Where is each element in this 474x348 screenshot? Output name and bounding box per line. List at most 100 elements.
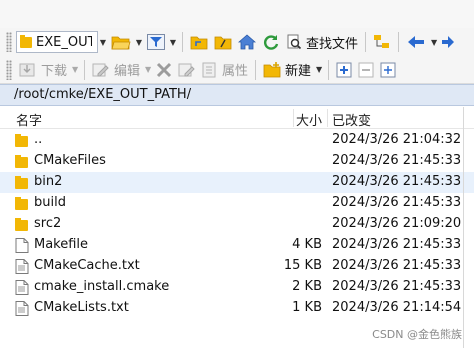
- file-row[interactable]: .. 2024/3/26 21:04:32: [0, 130, 474, 151]
- back-button[interactable]: [403, 31, 429, 53]
- file-name: bin2: [34, 174, 63, 189]
- rename-button[interactable]: [175, 59, 199, 81]
- file-row[interactable]: bin2 2024/3/26 21:45:33: [0, 172, 474, 193]
- toolbar-grip[interactable]: [6, 59, 12, 80]
- current-path-bar[interactable]: /root/cmke/EXE_OUT_PATH/: [0, 84, 474, 106]
- toolbar-grip[interactable]: [6, 32, 12, 52]
- root-folder-icon: [214, 36, 232, 50]
- toolbar-separator: [182, 32, 183, 52]
- select-files-button[interactable]: [333, 59, 355, 81]
- folder-icon: [15, 176, 28, 189]
- column-header-modified[interactable]: 已改变: [332, 110, 371, 129]
- folder-icon: [20, 35, 32, 48]
- properties-icon: [202, 62, 216, 77]
- refresh-icon: [264, 35, 279, 50]
- edit-button[interactable]: 编辑: [89, 59, 143, 81]
- file-modified: 2024/3/26 21:09:20: [332, 216, 462, 231]
- delete-icon: [156, 62, 172, 77]
- file-name: CMakeLists.txt: [34, 300, 129, 315]
- path-combo-dropdown-icon[interactable]: ▼: [98, 38, 108, 47]
- file-modified: 2024/3/26 21:45:33: [332, 237, 462, 252]
- file-name: src2: [34, 216, 62, 231]
- column-header-size[interactable]: 大小: [296, 110, 322, 129]
- navigation-toolbar: EXE_OUT_PATH ▼ ▼ ▼ 查找文件 ▼: [0, 28, 474, 56]
- file-modified: 2024/3/26 21:45:33: [332, 258, 462, 273]
- watermark: CSDN @金色熊族: [372, 328, 462, 341]
- forward-button[interactable]: [439, 31, 457, 53]
- unselect-files-button[interactable]: [355, 59, 377, 81]
- back-arrow-icon: [408, 36, 425, 48]
- file-name: cmake_install.cmake: [34, 279, 170, 294]
- file-modified: 2024/3/26 21:45:33: [332, 195, 462, 210]
- tree-view-button[interactable]: [370, 31, 394, 53]
- column-divider[interactable]: [327, 109, 328, 127]
- file-row[interactable]: src2 2024/3/26 21:09:20: [0, 214, 474, 235]
- refresh-button[interactable]: [259, 31, 283, 53]
- edit-label: 编辑: [114, 64, 141, 79]
- file-size: 4 KB: [292, 237, 322, 252]
- file-row[interactable]: CMakeLists.txt 1 KB 2024/3/26 21:14:54: [0, 298, 474, 319]
- folder-icon: [15, 197, 28, 210]
- new-dropdown-icon[interactable]: ▼: [314, 65, 324, 74]
- new-folder-icon: [263, 61, 281, 77]
- file-row[interactable]: build 2024/3/26 21:45:33: [0, 193, 474, 214]
- text-file-icon: [15, 301, 29, 316]
- toolbar-separator: [84, 59, 86, 80]
- file-row[interactable]: Makefile 4 KB 2024/3/26 21:45:33: [0, 235, 474, 256]
- file-size: 15 KB: [283, 258, 322, 273]
- edit-dropdown-icon[interactable]: ▼: [143, 65, 153, 74]
- file-name: build: [34, 195, 66, 210]
- file-name: ..: [34, 132, 43, 147]
- toolbar-separator: [365, 32, 367, 52]
- invert-selection-icon: [380, 62, 396, 77]
- folder-icon: [15, 155, 28, 168]
- filter-button[interactable]: [144, 31, 168, 53]
- filter-dropdown-icon[interactable]: ▼: [168, 38, 178, 47]
- file-row[interactable]: CMakeCache.txt 15 KB 2024/3/26 21:45:33: [0, 256, 474, 277]
- plus-select-icon: [336, 62, 352, 77]
- home-icon: [238, 34, 256, 50]
- file-size: 2 KB: [292, 279, 322, 294]
- new-label: 新建: [285, 64, 312, 79]
- folder-icon: [15, 218, 28, 231]
- find-files-button[interactable]: 查找文件: [283, 31, 361, 53]
- file-row[interactable]: cmake_install.cmake 2 KB 2024/3/26 21:45:3…: [0, 277, 474, 298]
- tree-view-icon: [374, 35, 390, 48]
- properties-label: 属性: [222, 64, 249, 79]
- forward-arrow-icon: [442, 36, 455, 48]
- file-modified: 2024/3/26 21:04:32: [332, 132, 462, 147]
- column-header-name[interactable]: 名字: [16, 110, 42, 129]
- new-button[interactable]: 新建: [260, 59, 314, 81]
- file-name: CMakeCache.txt: [34, 258, 140, 273]
- file-row[interactable]: CMakeFiles 2024/3/26 21:45:33: [0, 151, 474, 172]
- text-file-icon: [15, 280, 29, 295]
- parent-directory-button[interactable]: [187, 31, 211, 53]
- toolbar-separator: [398, 32, 400, 52]
- column-divider[interactable]: [293, 109, 294, 127]
- file-list-header: 名字 大小 已改变: [0, 107, 474, 129]
- properties-button[interactable]: 属性: [199, 59, 251, 81]
- home-directory-button[interactable]: [235, 31, 259, 53]
- list-right-border: [463, 107, 464, 348]
- open-folder-icon: [111, 36, 131, 50]
- file-name: CMakeFiles: [34, 153, 106, 168]
- download-dropdown-icon[interactable]: ▼: [70, 65, 80, 74]
- root-directory-button[interactable]: [211, 31, 235, 53]
- file-modified: 2024/3/26 21:45:33: [332, 279, 462, 294]
- file-modified: 2024/3/26 21:45:33: [332, 153, 462, 168]
- open-dropdown-icon[interactable]: ▼: [134, 38, 144, 47]
- download-button[interactable]: 下载: [16, 59, 70, 81]
- path-combo[interactable]: EXE_OUT_PATH: [16, 31, 98, 53]
- file-modified: 2024/3/26 21:45:33: [332, 174, 462, 189]
- open-directory-button[interactable]: [108, 31, 134, 53]
- back-dropdown-icon[interactable]: ▼: [429, 38, 439, 47]
- find-files-icon: [287, 34, 302, 50]
- text-file-icon: [15, 259, 29, 274]
- invert-selection-button[interactable]: [377, 59, 399, 81]
- minus-unselect-icon: [358, 62, 374, 77]
- parent-folder-icon: [190, 36, 208, 50]
- folder-up-icon: [15, 134, 28, 147]
- delete-button[interactable]: [153, 59, 175, 81]
- file-modified: 2024/3/26 21:14:54: [332, 300, 462, 315]
- rename-icon: [178, 63, 195, 76]
